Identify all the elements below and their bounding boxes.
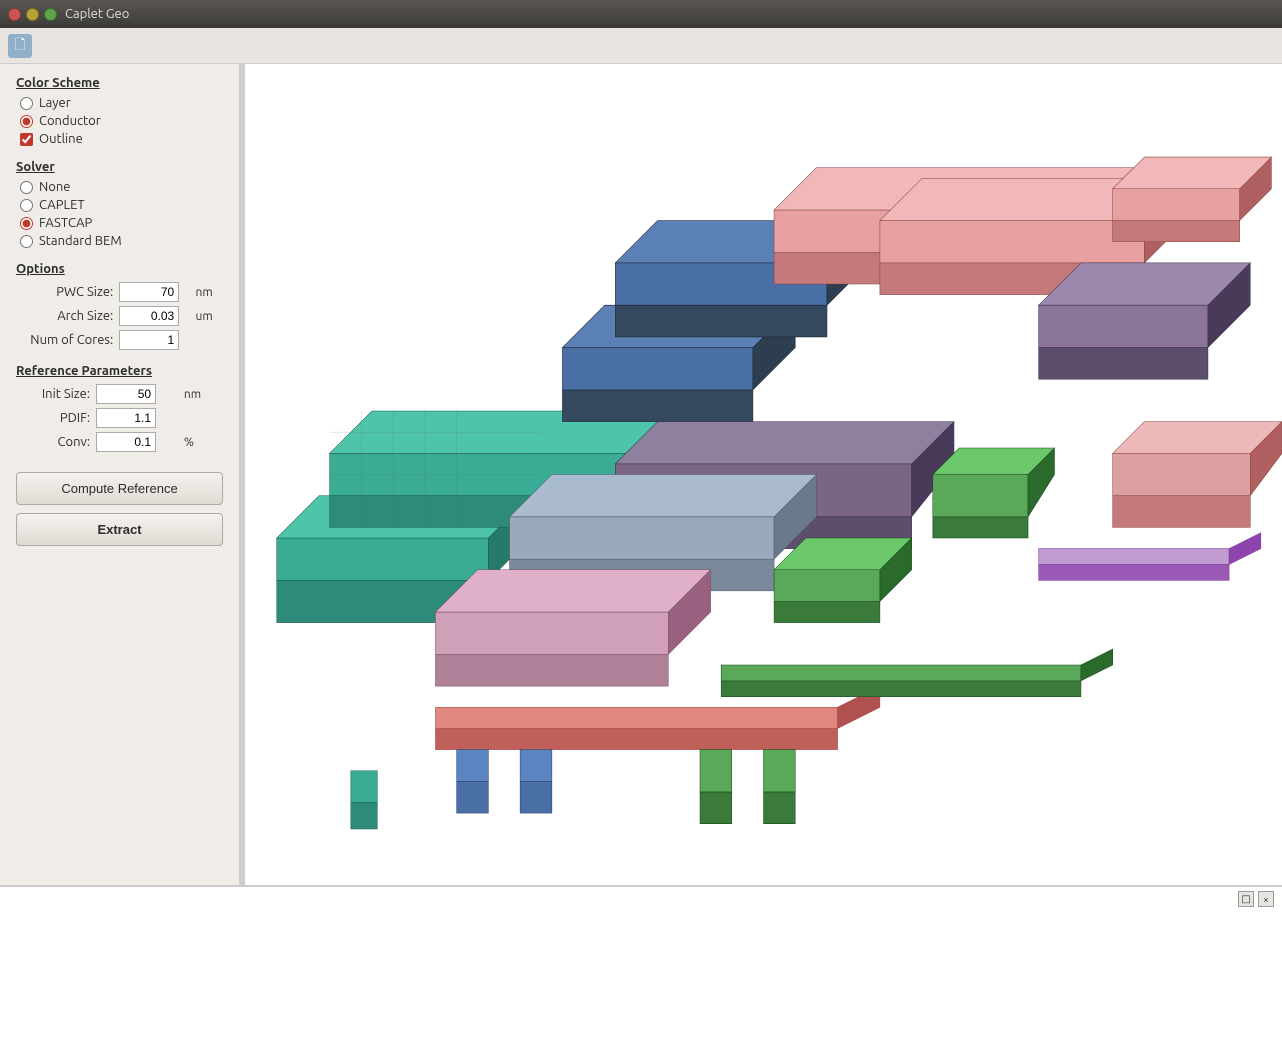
main-panel: Color Scheme Layer Conductor Outline bbox=[0, 64, 1282, 885]
init-size-unit: nm bbox=[184, 388, 223, 401]
outline-checkbox[interactable] bbox=[20, 133, 33, 146]
caplet-radio[interactable] bbox=[20, 199, 33, 212]
titlebar-buttons bbox=[8, 8, 57, 21]
conductor-label: Conductor bbox=[39, 114, 101, 128]
outline-checkbox-item[interactable]: Outline bbox=[20, 132, 223, 146]
color-scheme-options: Layer Conductor Outline bbox=[20, 96, 223, 146]
solver-section: Solver None CAPLET FASTCAP bbox=[16, 160, 223, 248]
toolbar: 🗋 bbox=[0, 28, 1282, 64]
reference-params-section: Reference Parameters Init Size: nm PDIF:… bbox=[16, 364, 223, 452]
color-scheme-title: Color Scheme bbox=[16, 76, 223, 90]
output-panel: □ × bbox=[0, 885, 1282, 1055]
compute-reference-button[interactable]: Compute Reference bbox=[16, 472, 223, 505]
conv-input[interactable] bbox=[96, 432, 156, 452]
pdif-label: PDIF: bbox=[20, 411, 90, 425]
pdif-input[interactable] bbox=[96, 408, 156, 428]
solver-title: Solver bbox=[16, 160, 223, 174]
main-window: 🗋 Color Scheme Layer Conductor bbox=[0, 28, 1282, 1055]
titlebar: Caplet Geo bbox=[0, 0, 1282, 28]
color-scheme-section: Color Scheme Layer Conductor Outline bbox=[16, 76, 223, 146]
conductor-radio[interactable] bbox=[20, 115, 33, 128]
num-cores-input[interactable] bbox=[119, 330, 179, 350]
color-scheme-conductor[interactable]: Conductor bbox=[20, 114, 223, 128]
new-file-icon[interactable]: 🗋 bbox=[8, 34, 32, 58]
close-button[interactable] bbox=[8, 8, 21, 21]
none-label: None bbox=[39, 180, 71, 194]
standard-bem-label: Standard BEM bbox=[39, 234, 122, 248]
reference-params-title: Reference Parameters bbox=[16, 364, 223, 378]
layer-radio[interactable] bbox=[20, 97, 33, 110]
init-size-input[interactable] bbox=[96, 384, 156, 404]
solver-caplet[interactable]: CAPLET bbox=[20, 198, 223, 212]
standard-bem-radio[interactable] bbox=[20, 235, 33, 248]
options-title: Options bbox=[16, 262, 223, 276]
solver-none[interactable]: None bbox=[20, 180, 223, 194]
solver-fastcap[interactable]: FASTCAP bbox=[20, 216, 223, 230]
maximize-button[interactable] bbox=[44, 8, 57, 21]
fastcap-label: FASTCAP bbox=[39, 216, 92, 230]
pwc-size-input[interactable] bbox=[119, 282, 179, 302]
minimize-button[interactable] bbox=[26, 8, 39, 21]
extract-button[interactable]: Extract bbox=[16, 513, 223, 546]
options-grid: PWC Size: nm Arch Size: um Num of Cores: bbox=[20, 282, 223, 350]
options-section: Options PWC Size: nm Arch Size: um Num o… bbox=[16, 262, 223, 350]
caplet-label: CAPLET bbox=[39, 198, 85, 212]
init-size-label: Init Size: bbox=[20, 387, 90, 401]
none-radio[interactable] bbox=[20, 181, 33, 194]
viewport-3d bbox=[245, 64, 1282, 885]
sidebar: Color Scheme Layer Conductor Outline bbox=[0, 64, 240, 885]
output-close-icon[interactable]: × bbox=[1258, 891, 1274, 907]
layer-label: Layer bbox=[39, 96, 71, 110]
output-restore-icon[interactable]: □ bbox=[1238, 891, 1254, 907]
fastcap-radio[interactable] bbox=[20, 217, 33, 230]
button-area: Compute Reference Extract bbox=[16, 472, 223, 546]
solver-standard-bem[interactable]: Standard BEM bbox=[20, 234, 223, 248]
arch-size-label: Arch Size: bbox=[20, 309, 113, 323]
pwc-size-unit: nm bbox=[196, 286, 224, 299]
pwc-size-label: PWC Size: bbox=[20, 285, 113, 299]
arch-size-unit: um bbox=[196, 310, 224, 323]
app-title: Caplet Geo bbox=[65, 7, 129, 21]
arch-size-input[interactable] bbox=[119, 306, 179, 326]
reference-params-grid: Init Size: nm PDIF: Conv: % bbox=[20, 384, 223, 452]
solver-options: None CAPLET FASTCAP Standard BEM bbox=[20, 180, 223, 248]
num-cores-label: Num of Cores: bbox=[20, 333, 113, 347]
scene-svg bbox=[245, 64, 1282, 885]
conv-label: Conv: bbox=[20, 435, 90, 449]
content-area: Color Scheme Layer Conductor Outline bbox=[0, 64, 1282, 1055]
outline-label: Outline bbox=[39, 132, 83, 146]
conv-unit: % bbox=[184, 436, 223, 449]
output-panel-icons: □ × bbox=[1238, 891, 1274, 907]
color-scheme-layer[interactable]: Layer bbox=[20, 96, 223, 110]
